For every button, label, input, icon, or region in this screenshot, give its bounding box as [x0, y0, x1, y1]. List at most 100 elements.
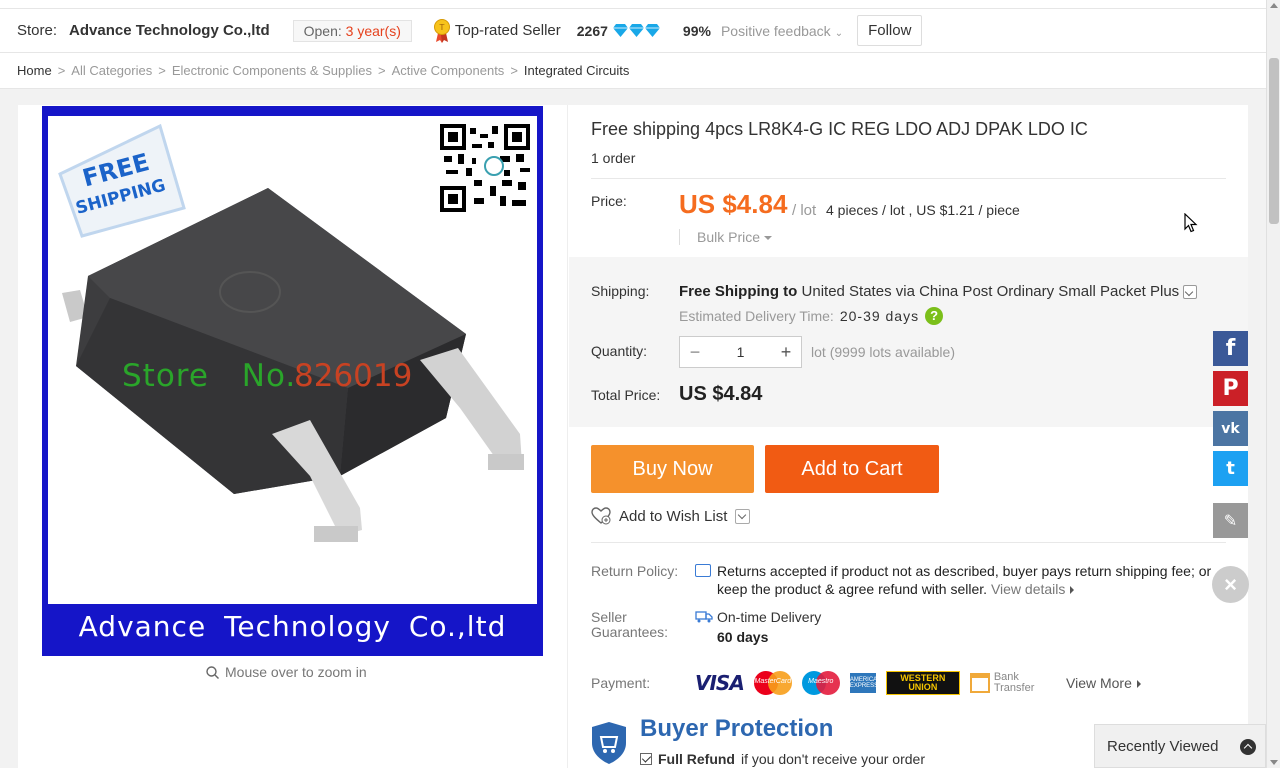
top-strip	[0, 0, 1266, 9]
bulk-price-dropdown[interactable]: Bulk Price	[679, 229, 773, 245]
full-refund-text: if you don't receive your order	[741, 751, 925, 767]
quantity-stepper: − 1 +	[679, 336, 802, 368]
seller-score[interactable]: 2267	[577, 23, 608, 39]
quantity-availability: lot (9999 lots available)	[811, 344, 955, 360]
breadcrumb-all-categories[interactable]: All Categories	[71, 63, 152, 78]
scroll-down-icon[interactable]	[1270, 760, 1278, 765]
positive-feedback-label: Positive feedback	[720, 22, 831, 39]
product-gallery: FREE SHIPPING Store No. 826019 Advance T…	[18, 105, 568, 768]
free-shipping-badge: FREE SHIPPING	[58, 123, 186, 238]
western-union-logo: WESTERN UNION	[885, 671, 960, 695]
payment-methods: VISA MasterCard Maestro AMERICAN EXPRESS…	[695, 671, 1034, 695]
scrollbar-thumb[interactable]	[1269, 58, 1279, 224]
bank-icon	[969, 673, 990, 693]
open-prefix: Open:	[303, 22, 342, 39]
quantity-input[interactable]: 1	[710, 344, 771, 360]
total-price-label: Total Price:	[591, 387, 661, 403]
view-details-link[interactable]: View details	[991, 581, 1075, 597]
pinterest-share-icon[interactable]: P	[1213, 371, 1248, 406]
chevron-down-icon[interactable]	[735, 508, 751, 524]
breadcrumb-separator: >	[510, 63, 518, 78]
wish-list-label: Add to Wish List	[619, 507, 728, 525]
recently-viewed-bar[interactable]: Recently Viewed	[1094, 724, 1266, 768]
product-image-canvas: FREE SHIPPING Store No. 826019	[48, 116, 537, 604]
breadcrumb-electronic-components[interactable]: Electronic Components & Supplies	[172, 63, 372, 78]
return-policy-label: Return Policy:	[591, 563, 679, 579]
full-refund-label: Full Refund	[658, 751, 735, 767]
mastercard-logo-text: MasterCard	[754, 678, 792, 685]
seller-guarantees-label: Seller Guarantees:	[591, 610, 668, 640]
scroll-up-icon[interactable]	[1270, 3, 1278, 8]
maestro-logo-text: Maestro	[808, 678, 834, 685]
mastercard-logo: MasterCard	[753, 671, 792, 695]
view-more-label: View More	[1066, 675, 1132, 691]
product-image[interactable]: FREE SHIPPING Store No. 826019 Advance T…	[42, 106, 543, 656]
delivery-truck-icon	[695, 611, 713, 623]
open-years: 3 year(s)	[345, 22, 401, 39]
add-to-cart-button[interactable]: Add to Cart	[765, 445, 939, 493]
divider	[591, 542, 1226, 543]
quantity-unit: lot	[811, 344, 826, 360]
total-price-value: US $4.84	[679, 383, 763, 405]
breadcrumb-separator: >	[377, 63, 386, 78]
breadcrumb-home[interactable]: Home	[17, 63, 52, 78]
order-count[interactable]: 1 order	[591, 150, 635, 166]
feedback-percent: 99%	[682, 22, 711, 39]
edit-icon[interactable]: ✎	[1213, 503, 1248, 538]
vk-share-icon[interactable]: vk	[1213, 411, 1248, 446]
return-policy-icon	[695, 564, 711, 577]
zoom-hint-text: Mouse over to zoom in	[225, 664, 367, 680]
close-icon[interactable]: ×	[1212, 566, 1249, 603]
follow-button[interactable]: Follow	[857, 15, 923, 46]
breadcrumb-active-components[interactable]: Active Components	[392, 63, 505, 78]
buyer-protection-item: Full Refund if you don't receive your or…	[640, 751, 925, 767]
product-title: Free shipping 4pcs LR8K4-G IC REG LDO AD…	[591, 119, 1088, 139]
mouse-cursor-icon	[1184, 213, 1198, 233]
visa-logo: VISA	[695, 671, 745, 695]
divider	[591, 178, 1226, 179]
bank-transfer-logo: Bank Transfer	[969, 672, 1034, 694]
guarantee-on-time[interactable]: On-time Delivery	[717, 609, 821, 625]
facebook-share-icon[interactable]: f	[1213, 331, 1248, 366]
store-name-link[interactable]: Advance Technology Co.,ltd	[69, 22, 270, 39]
diamond-icon	[628, 24, 644, 37]
chevron-down-icon: ⌄	[834, 27, 844, 39]
minus-icon[interactable]: −	[680, 337, 710, 367]
guarantee-days: 60 days	[717, 629, 769, 645]
add-to-wish-list[interactable]: Add to Wish List	[591, 507, 751, 525]
twitter-share-icon[interactable]: t	[1213, 451, 1248, 486]
price-label: Price:	[591, 193, 627, 209]
zoom-hint: Mouse over to zoom in	[206, 664, 367, 680]
plus-icon[interactable]: +	[771, 337, 801, 367]
product-detail: Free shipping 4pcs LR8K4-G IC REG LDO AD…	[569, 105, 1248, 768]
view-more-payment-link[interactable]: View More	[1066, 675, 1141, 691]
help-icon[interactable]: ?	[925, 307, 944, 325]
positive-feedback-dropdown[interactable]: Positive feedback ⌄	[721, 23, 843, 39]
buy-now-button[interactable]: Buy Now	[591, 445, 754, 493]
top-rated-label: Top-rated Seller	[454, 22, 561, 39]
return-policy-text: Returns accepted if product not as descr…	[717, 562, 1217, 598]
chevron-up-icon	[1240, 739, 1256, 755]
estimated-delivery: Estimated Delivery Time: 20-39 days ?	[679, 307, 944, 325]
price-per-piece: 4 pieces / lot , US $1.21 / piece	[826, 202, 1020, 218]
shipping-selector[interactable]: Free Shipping to United States via China…	[679, 283, 1198, 300]
shipping-destination: United States via China Post Ordinary Sm…	[801, 283, 1180, 300]
buyer-protection-title[interactable]: Buyer Protection	[640, 715, 833, 743]
maestro-logo: Maestro	[801, 671, 840, 695]
free-shipping-text: Free Shipping to	[679, 283, 798, 300]
page-scrollbar[interactable]	[1266, 0, 1280, 768]
bulk-price-label: Bulk Price	[697, 229, 761, 245]
top-rated-medal-icon: T	[433, 18, 451, 43]
breadcrumb: Home > All Categories > Electronic Compo…	[0, 53, 1266, 89]
breadcrumb-integrated-circuits[interactable]: Integrated Circuits	[524, 63, 630, 78]
open-years-badge: Open: 3 year(s)	[292, 19, 412, 42]
breadcrumb-separator: >	[57, 63, 66, 78]
store-label: Store:	[17, 22, 58, 39]
price-value: US $4.84	[679, 189, 788, 219]
svg-text:T: T	[438, 23, 444, 32]
heart-plus-icon	[591, 507, 611, 525]
shipping-label: Shipping:	[591, 283, 650, 299]
caret-right-icon	[1070, 586, 1075, 594]
diamond-icon	[612, 24, 628, 37]
amex-logo: AMERICAN EXPRESS	[849, 673, 881, 693]
